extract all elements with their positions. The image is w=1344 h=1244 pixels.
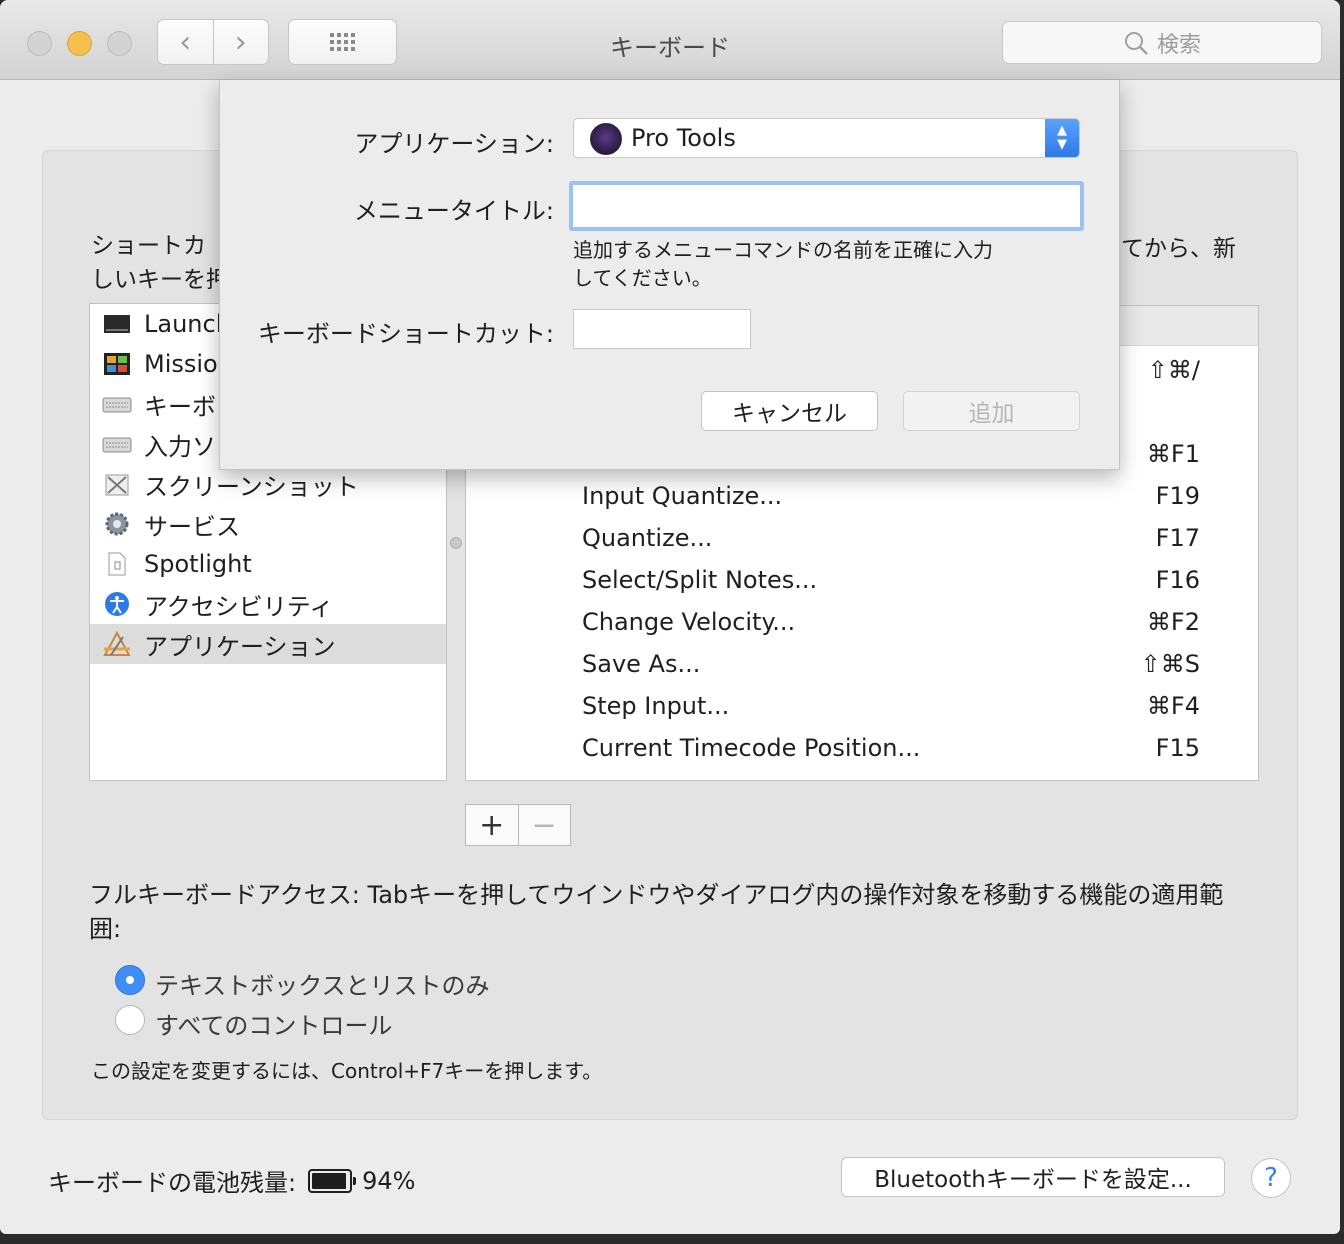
popup-arrows-icon: ▲ ▼ (1045, 119, 1079, 157)
category-label: アプリケーション (144, 632, 336, 661)
help-button[interactable]: ? (1251, 1158, 1291, 1198)
category-label: Launcl (144, 310, 223, 338)
shortcut-name: Input Quantize... (582, 482, 783, 510)
category-label: サービス (144, 512, 240, 541)
shortcut-row[interactable]: Change Velocity... ⌘F2 (466, 602, 1258, 644)
category-item[interactable]: サービス (90, 504, 446, 544)
shortcut-key: ⌘F4 (1146, 692, 1200, 720)
spotlight-icon (108, 552, 126, 576)
category-item-applications[interactable]: アプリケーション (90, 624, 446, 664)
category-item[interactable]: アクセシビリティ (90, 584, 446, 624)
mission-control-icon (104, 353, 130, 375)
setup-bluetooth-keyboard-button[interactable]: Bluetoothキーボードを設定... (841, 1157, 1225, 1197)
shortcut-row[interactable]: Step Input... ⌘F4 (466, 686, 1258, 728)
keyboard-preferences-window: ‹ › キーボード 検索 ショートカ しいキーを押 てから、新 Launcl M… (0, 0, 1340, 1234)
application-popup[interactable]: Pro Tools ▲ ▼ (573, 118, 1080, 158)
shortcut-key: ⇧⌘S (1140, 650, 1200, 678)
battery-label: キーボードの電池残量: (48, 1169, 297, 1197)
radio-label: テキストボックスとリストのみ (155, 972, 490, 1000)
category-label: 入力ソ (144, 432, 216, 461)
add-shortcut-sheet: アプリケーション: Pro Tools ▲ ▼ メニュータイトル: 追加するメニュ… (219, 80, 1120, 470)
category-label: キーボ (144, 392, 216, 421)
shortcut-row[interactable]: Save As... ⇧⌘S (466, 644, 1258, 686)
shortcut-key: ⇧⌘/ (1147, 356, 1200, 384)
shortcut-row[interactable]: Select/Split Notes... F16 (466, 560, 1258, 602)
category-label: Missio (144, 350, 218, 378)
add-button[interactable]: 追加 (903, 391, 1080, 431)
keyboard-shortcut-input[interactable] (573, 309, 751, 349)
remove-shortcut-button[interactable]: − (517, 805, 571, 845)
shortcut-key: F15 (1155, 734, 1200, 762)
category-label: Spotlight (144, 550, 252, 578)
category-label: アクセシビリティ (144, 592, 334, 621)
battery-status: キーボードの電池残量: 94% (48, 1163, 415, 1198)
search-icon (1124, 31, 1148, 55)
application-value: Pro Tools (631, 124, 736, 152)
shortcut-key: F19 (1155, 482, 1200, 510)
shortcut-row[interactable]: Current Timecode Position... F15 (466, 728, 1258, 770)
shortcut-row[interactable]: Input Quantize... F19 (466, 476, 1258, 518)
keyboard-icon (102, 397, 132, 413)
gear-icon (105, 512, 129, 536)
radio-text-boxes-lists[interactable] (115, 965, 145, 995)
split-view-handle[interactable] (450, 537, 462, 549)
menu-title-hint: 追加するメニューコマンドの名前を正確に入力してください。 (573, 238, 993, 290)
shortcut-name: Select/Split Notes... (582, 566, 818, 594)
screenshot-icon (105, 474, 129, 496)
shortcut-name: Change Velocity... (582, 608, 796, 636)
category-item[interactable]: Spotlight (90, 544, 446, 584)
add-shortcut-button[interactable]: + (466, 805, 518, 845)
shortcut-key: ⌘F1 (1146, 440, 1200, 468)
shortcut-name: Current Timecode Position... (582, 734, 921, 762)
pro-tools-icon (590, 123, 622, 155)
shortcut-key: F16 (1155, 566, 1200, 594)
battery-percent: 94% (362, 1166, 416, 1195)
shortcut-name: Step Input... (582, 692, 730, 720)
shortcut-note: この設定を変更するには、Control+F7キーを押します。 (91, 1059, 603, 1083)
shortcut-key: ⌘F2 (1146, 608, 1200, 636)
menu-title-label: メニュータイトル: (353, 197, 554, 225)
category-item[interactable]: スクリーンショット (90, 464, 446, 504)
radio-all-controls[interactable] (115, 1005, 145, 1035)
search-input[interactable]: 検索 (1002, 21, 1322, 64)
title-bar: ‹ › キーボード 検索 (0, 0, 1340, 80)
intro-text-right: てから、新 (1121, 236, 1236, 262)
keyboard-shortcut-label: キーボードショートカット: (257, 320, 554, 348)
category-label: スクリーンショット (144, 472, 359, 501)
full-keyboard-access-label: フルキーボードアクセス: Tabキーを押してウインドウやダイアログ内の操作対象を… (89, 881, 1224, 943)
search-placeholder: 検索 (1156, 32, 1201, 58)
menu-title-input[interactable] (569, 181, 1084, 231)
input-source-icon (102, 437, 132, 453)
application-label: アプリケーション: (354, 130, 554, 158)
cancel-button[interactable]: キャンセル (701, 391, 878, 431)
radio-label: すべてのコントロール (155, 1012, 393, 1040)
accessibility-icon (105, 592, 129, 616)
shortcut-key: F17 (1155, 524, 1200, 552)
battery-icon (308, 1168, 357, 1193)
add-remove-group: + − (465, 804, 571, 846)
shortcut-row[interactable]: Quantize... F17 (466, 518, 1258, 560)
launchpad-icon (104, 315, 130, 333)
shortcut-name: Quantize... (582, 524, 713, 552)
shortcut-name: Save As... (582, 650, 701, 678)
app-icon (103, 631, 131, 656)
battery-level (312, 1172, 346, 1189)
